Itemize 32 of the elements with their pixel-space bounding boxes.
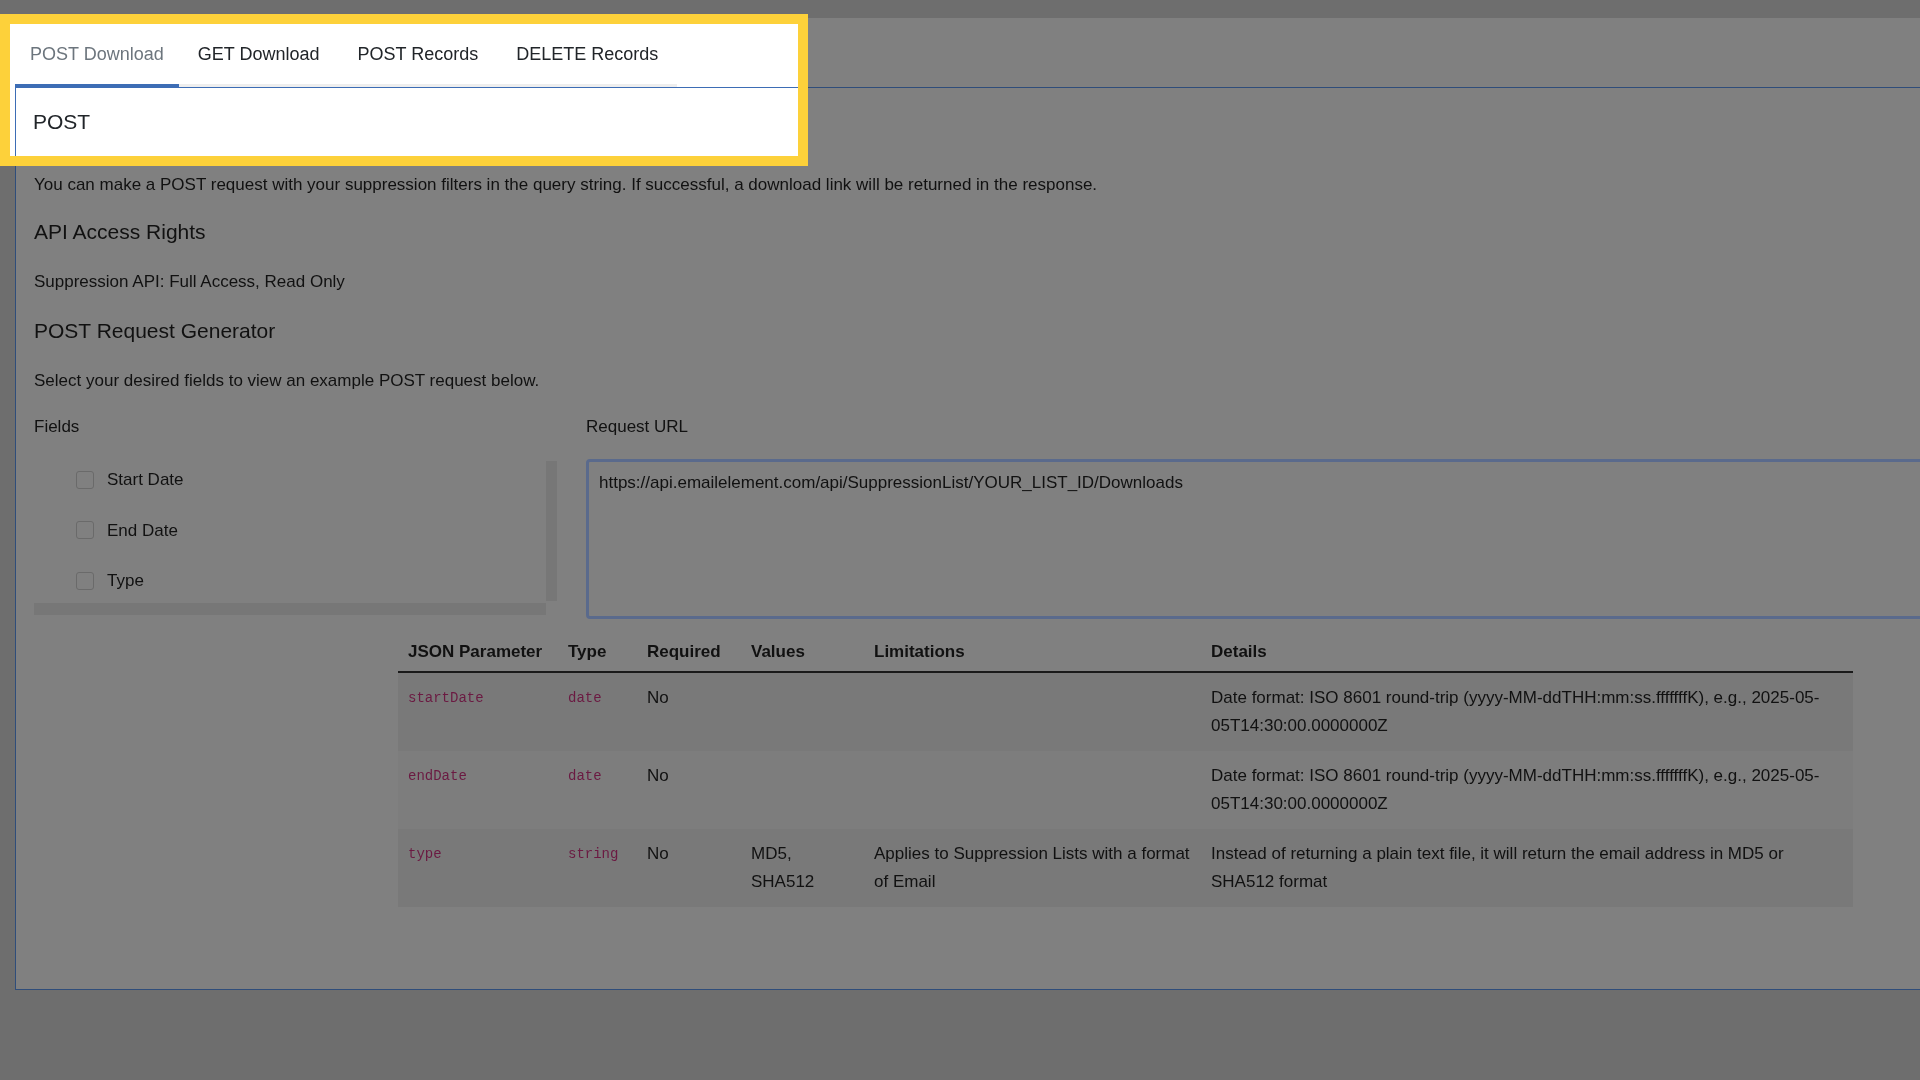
parameter-name: startDate bbox=[408, 689, 484, 706]
access-text: Suppression API: Full Access, Read Only bbox=[34, 271, 346, 293]
request-url-field[interactable]: https://api.emailelement.com/api/SuppressionList/YOUR_LIST_ID/Downloads bbox=[586, 459, 1920, 619]
values-text: MD5, SHA512 bbox=[751, 843, 815, 891]
details-text: Date format: ISO 8601 round-trip (yyyy-MM-ddTHH:mm:ss.fffffffK), e.g., 2025-05-05T14:30:00.0000000Z bbox=[1211, 765, 1820, 813]
parameter-type: date bbox=[568, 689, 602, 706]
field-label: Type bbox=[107, 570, 144, 592]
parameter-name: endDate bbox=[408, 767, 467, 784]
section-title: POST bbox=[33, 109, 91, 136]
field-label: End Date bbox=[107, 519, 178, 542]
parameter-name: type bbox=[408, 845, 442, 862]
description: You can make a POST request with your suppression filters in the query string. If successful, a download link will be returned in the response. bbox=[34, 174, 1099, 196]
details-text: Instead of returning a plain text file, it will return the email address in MD5 or SHA512 format bbox=[1211, 843, 1784, 891]
generator-text: Select your desired fields to view an example POST request below. bbox=[34, 370, 541, 392]
required-value: No bbox=[647, 687, 669, 707]
required-value: No bbox=[647, 765, 669, 785]
fields-label: Fields bbox=[34, 415, 81, 438]
parameter-type: date bbox=[568, 767, 602, 784]
parameter-type: string bbox=[568, 845, 619, 862]
request-url-label: Request URL bbox=[586, 415, 690, 438]
section-heading: POST Request Generator bbox=[34, 317, 277, 344]
column-header: Values bbox=[751, 642, 805, 661]
section-heading: API Access Rights bbox=[34, 218, 207, 245]
column-header: Type bbox=[568, 642, 607, 661]
required-value: No bbox=[647, 843, 669, 863]
limitations-text: Applies to Suppression Lists with a format of Email bbox=[874, 843, 1190, 891]
column-header: Limitations bbox=[874, 642, 965, 661]
column-header: Details bbox=[1211, 642, 1267, 661]
column-header: JSON Parameter bbox=[408, 642, 543, 661]
column-header: Required bbox=[647, 642, 721, 661]
details-text: Date format: ISO 8601 round-trip (yyyy-MM-ddTHH:mm:ss.fffffffK), e.g., 2025-05-05T14:30:00.0000000Z bbox=[1211, 687, 1820, 735]
field-label: Start Date bbox=[107, 469, 184, 491]
